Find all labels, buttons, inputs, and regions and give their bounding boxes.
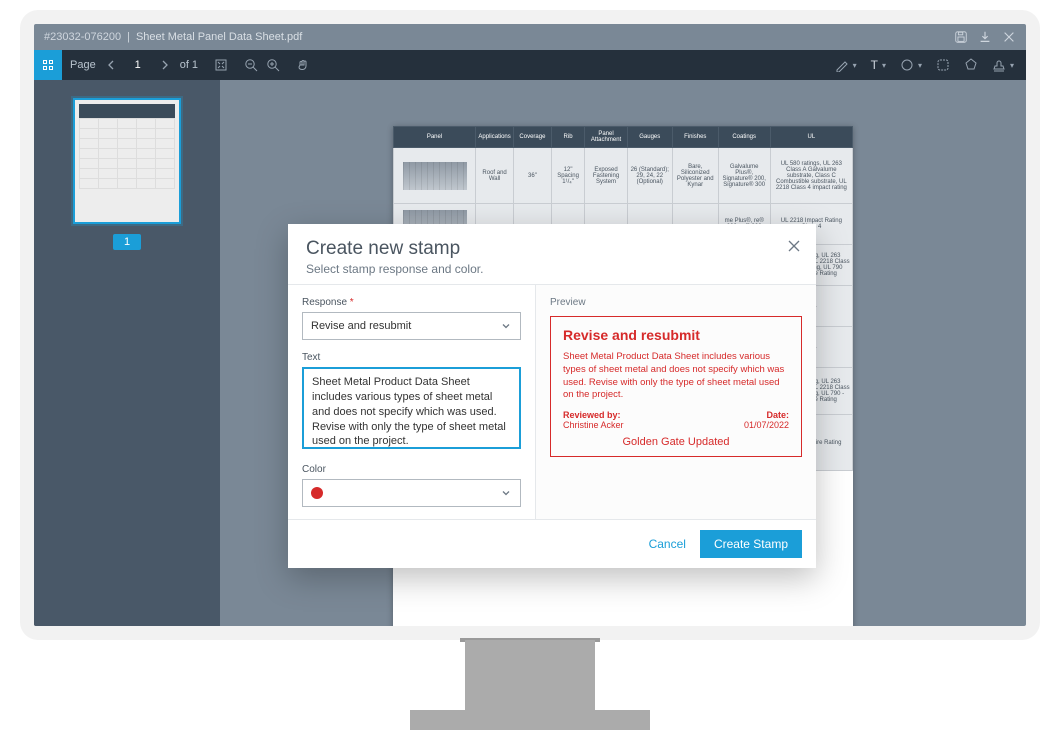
titlebar: #23032-076200 | Sheet Metal Panel Data S… <box>34 24 1026 50</box>
color-select[interactable] <box>302 479 521 507</box>
monitor-stand <box>410 640 650 730</box>
cancel-button[interactable]: Cancel <box>649 537 686 551</box>
color-swatch-red <box>311 487 323 499</box>
fit-page-icon[interactable] <box>214 58 228 72</box>
apps-button[interactable] <box>34 50 62 80</box>
thumbnail-rail: 1 <box>34 80 220 626</box>
date-value: 01/07/2022 <box>744 420 789 430</box>
page-label: Page <box>70 59 96 71</box>
monitor-frame: #23032-076200 | Sheet Metal Panel Data S… <box>20 10 1040 640</box>
zoom-out-icon[interactable] <box>244 58 258 72</box>
create-stamp-button[interactable]: Create Stamp <box>700 530 802 558</box>
doc-id: #23032-076200 <box>44 31 121 43</box>
stamp-preview: Revise and resubmit Sheet Metal Product … <box>550 316 802 457</box>
preview-label: Preview <box>550 297 802 308</box>
page-of: of 1 <box>180 59 198 71</box>
date-label: Date: <box>766 410 789 420</box>
dialog-subtitle: Select stamp response and color. <box>306 262 798 276</box>
stamp-company: Golden Gate Updated <box>563 436 789 448</box>
page-thumbnail[interactable] <box>73 98 181 224</box>
text-tool[interactable]: T ▾ <box>871 58 886 72</box>
pen-tool[interactable]: ▾ <box>835 58 857 72</box>
shape-tool[interactable]: ▾ <box>900 58 922 72</box>
stamp-body: Sheet Metal Product Data Sheet includes … <box>563 351 789 402</box>
chevron-down-icon <box>500 487 512 499</box>
download-icon[interactable] <box>978 30 992 44</box>
toolbar: Page of 1 <box>34 50 1026 80</box>
stamp-tool[interactable]: ▾ <box>992 58 1014 72</box>
app-screen: #23032-076200 | Sheet Metal Panel Data S… <box>34 24 1026 626</box>
text-label: Text <box>302 352 521 363</box>
reviewed-by-value: Christine Acker <box>563 420 624 430</box>
close-icon[interactable] <box>1002 30 1016 44</box>
next-page-icon[interactable] <box>158 58 172 72</box>
stamp-title: Revise and resubmit <box>563 327 789 343</box>
save-icon[interactable] <box>954 30 968 44</box>
zoom-in-icon[interactable] <box>266 58 280 72</box>
response-select[interactable]: Revise and resubmit <box>302 312 521 340</box>
chevron-down-icon <box>500 320 512 332</box>
create-stamp-dialog: Create new stamp Select stamp response a… <box>288 224 816 568</box>
dialog-title: Create new stamp <box>306 238 798 260</box>
pan-hand-icon[interactable] <box>296 58 310 72</box>
page-input[interactable] <box>126 56 150 74</box>
color-label: Color <box>302 464 521 475</box>
reviewed-by-label: Reviewed by: <box>563 410 621 420</box>
doc-filename: Sheet Metal Panel Data Sheet.pdf <box>136 31 302 43</box>
stamp-text-input[interactable] <box>302 367 521 449</box>
close-dialog-button[interactable] <box>786 238 802 254</box>
thumbnail-page-number: 1 <box>113 234 141 250</box>
titlebar-divider: | <box>127 31 130 43</box>
response-label: Response <box>302 297 521 308</box>
prev-page-icon[interactable] <box>104 58 118 72</box>
table-row: Roof and Wall36"12" Spacing 1¹/₄"Exposed… <box>394 148 853 204</box>
cloud-tool[interactable] <box>936 58 950 72</box>
polygon-tool[interactable] <box>964 58 978 72</box>
